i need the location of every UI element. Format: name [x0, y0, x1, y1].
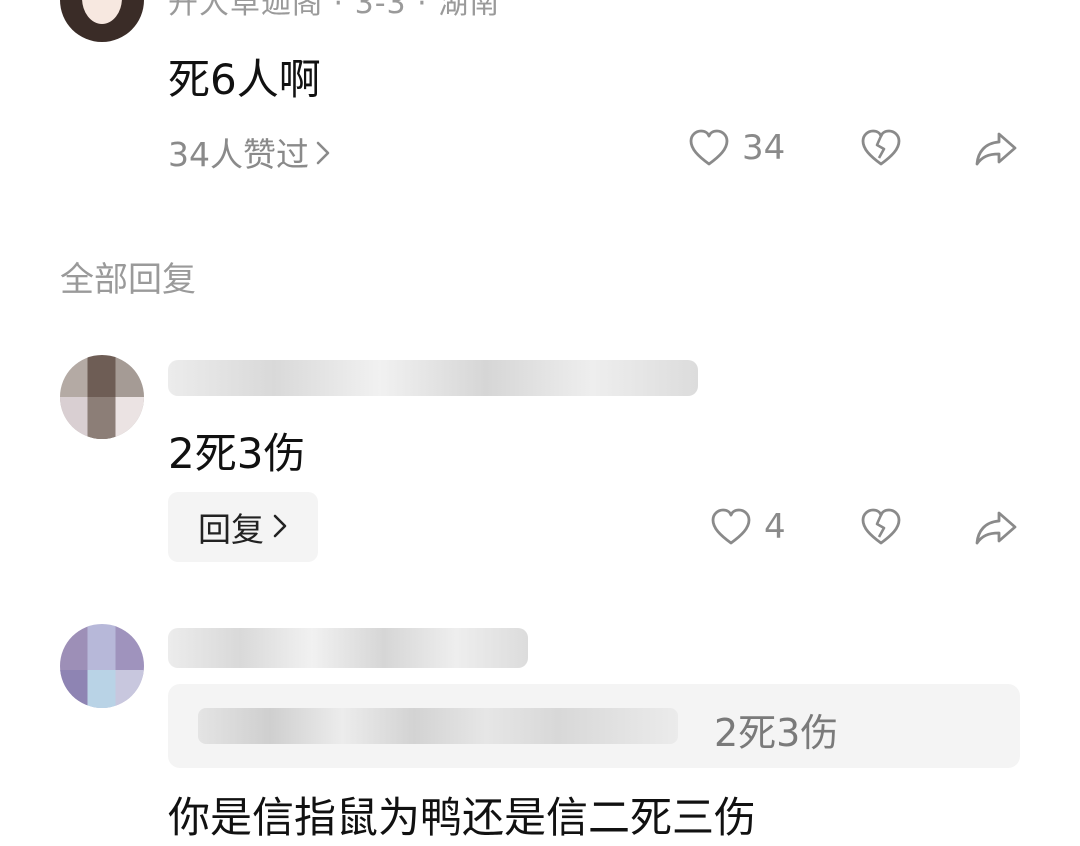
reply-text: 2死3伤	[168, 429, 306, 478]
heart-icon	[688, 128, 730, 168]
likes-link-label: 34人赞过	[168, 135, 309, 174]
comment-meta: 开大卓迦阁 · 3-3 · 湖南	[168, 0, 501, 21]
reply-button[interactable]: 回复	[168, 492, 318, 562]
like-button[interactable]: 34	[688, 128, 785, 168]
broken-heart-icon	[860, 128, 902, 168]
blurred-username	[168, 628, 528, 668]
dislike-button[interactable]	[860, 128, 902, 168]
blurred-username	[168, 360, 698, 396]
share-button[interactable]	[974, 507, 1018, 547]
share-arrow-icon	[974, 128, 1018, 168]
like-button[interactable]: 4	[710, 507, 786, 547]
avatar-face	[82, 0, 122, 24]
comment-thread-page: 开大卓迦阁 · 3-3 · 湖南 死6人啊 34人赞过 34 全部回复 2死3伤…	[0, 0, 1080, 846]
reply-text: 你是信指鼠为鸭还是信二死三伤	[168, 793, 757, 842]
share-button[interactable]	[974, 128, 1018, 168]
like-count: 34	[742, 128, 786, 168]
quoted-text: 2死3伤	[714, 711, 839, 755]
avatar[interactable]	[60, 0, 144, 42]
avatar[interactable]	[60, 355, 144, 439]
quoted-reply[interactable]: 2死3伤	[168, 684, 1020, 768]
section-title: 全部回复	[60, 260, 196, 300]
broken-heart-icon	[860, 507, 902, 547]
avatar[interactable]	[60, 624, 144, 708]
reply-button-label: 回复	[198, 510, 264, 549]
chevron-right-icon	[272, 508, 288, 547]
like-count: 4	[764, 507, 786, 547]
comment-text: 死6人啊	[168, 55, 321, 104]
share-arrow-icon	[974, 507, 1018, 547]
heart-icon	[710, 507, 752, 547]
dislike-button[interactable]	[860, 507, 902, 547]
blurred-quoted-author	[198, 708, 678, 744]
likes-link[interactable]: 34人赞过	[168, 128, 331, 176]
chevron-right-icon	[315, 135, 331, 174]
